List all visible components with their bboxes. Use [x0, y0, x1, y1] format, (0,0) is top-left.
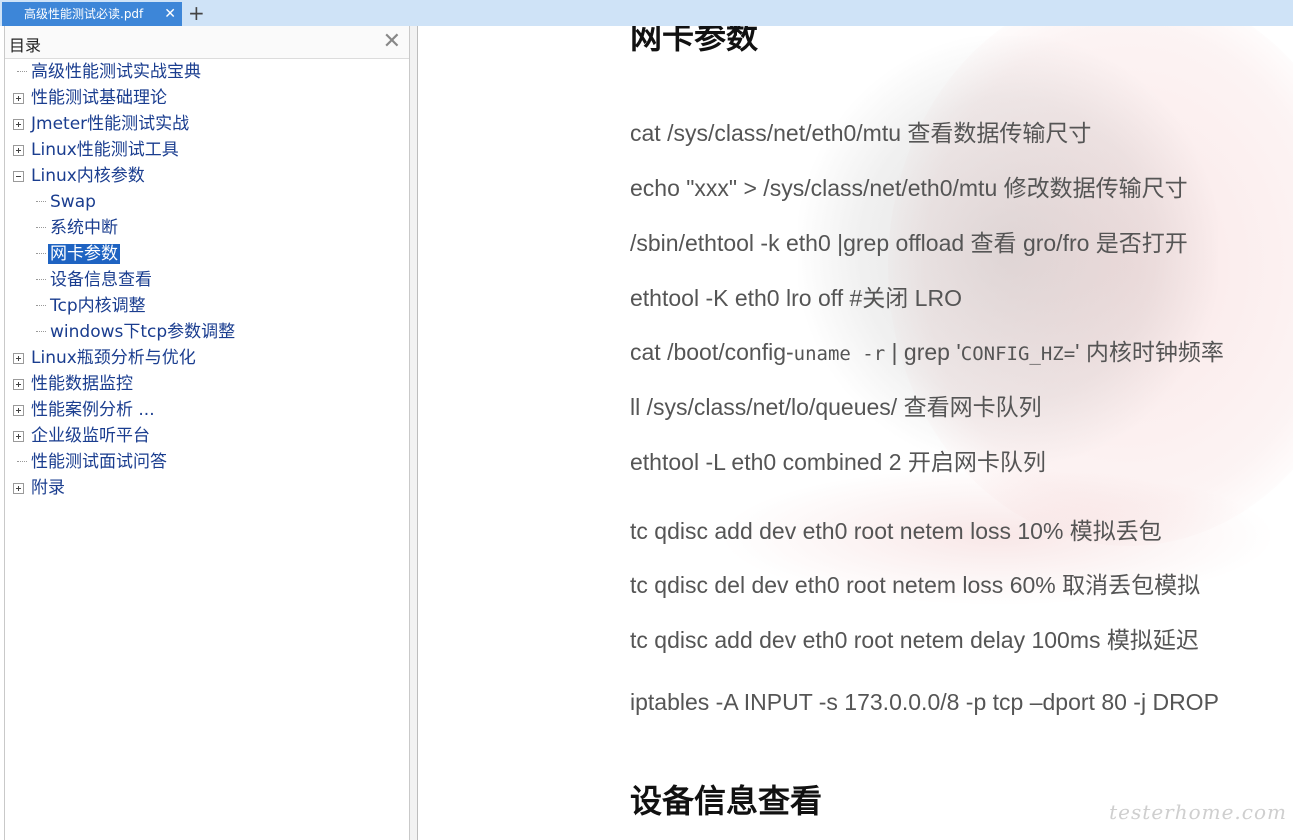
- sidebar-header: 目录 ✕: [5, 26, 409, 59]
- toc-item-12[interactable]: 性能数据监控: [13, 372, 133, 396]
- expand-icon[interactable]: [13, 119, 24, 130]
- doc-line: tc qdisc add dev eth0 root netem loss 10…: [630, 518, 1162, 544]
- tab-bar: 高级性能测试必读.pdf ✕ +: [0, 0, 1293, 26]
- toc-item-14[interactable]: 企业级监听平台: [13, 424, 150, 448]
- toc-item-16[interactable]: 附录: [13, 476, 65, 500]
- expand-icon[interactable]: [13, 405, 24, 416]
- toc-item-label: 性能案例分析 ...: [31, 400, 155, 420]
- expand-icon[interactable]: [13, 431, 24, 442]
- expand-icon[interactable]: [13, 353, 24, 364]
- toc-item-0[interactable]: 高级性能测试实战宝典: [17, 60, 201, 84]
- tree-connector: [36, 201, 46, 202]
- tree-connector: [17, 461, 27, 462]
- tree-connector: [36, 227, 46, 228]
- code-span: uname -r: [793, 343, 886, 365]
- toc-item-13[interactable]: 性能案例分析 ...: [13, 398, 155, 422]
- document-page[interactable]: 网卡参数 cat /sys/class/net/eth0/mtu 查看数据传输尺…: [418, 26, 1293, 840]
- toc-item-label: 性能数据监控: [31, 374, 133, 394]
- toc-item-label: Linux内核参数: [31, 166, 145, 186]
- toc-item-8[interactable]: 设备信息查看: [36, 268, 152, 292]
- toc-sidebar: 目录 ✕ 高级性能测试实战宝典 性能测试基础理论 Jmeter性能测试实战 Li…: [4, 26, 410, 840]
- toc-item-label: Jmeter性能测试实战: [31, 114, 190, 134]
- sidebar-close-icon[interactable]: ✕: [383, 29, 401, 54]
- doc-line: ethtool -K eth0 lro off #关闭 LRO: [630, 285, 962, 311]
- toc-item-label: 系统中断: [50, 218, 118, 238]
- toc-item-label: 企业级监听平台: [31, 426, 150, 446]
- document-tab[interactable]: 高级性能测试必读.pdf ✕: [2, 2, 182, 26]
- toc-item-15[interactable]: 性能测试面试问答: [17, 450, 167, 474]
- toc-item-label: 性能测试面试问答: [31, 452, 167, 472]
- code-span: CONFIG_HZ=: [960, 343, 1076, 365]
- toc-item-label: windows下tcp参数调整: [50, 322, 236, 342]
- toc-item-4[interactable]: Linux内核参数: [13, 164, 145, 188]
- tree-connector: [36, 253, 46, 254]
- text-span: cat /boot/config-: [630, 339, 794, 365]
- doc-line: iptables -A INPUT -s 173.0.0.0/8 -p tcp …: [630, 689, 1219, 715]
- toc-item-10[interactable]: windows下tcp参数调整: [36, 320, 236, 344]
- toc-item-label: Tcp内核调整: [50, 296, 146, 316]
- toc-item-1[interactable]: 性能测试基础理论: [13, 86, 167, 110]
- toc-item-label: Linux性能测试工具: [31, 140, 179, 160]
- toc-item-label: Swap: [50, 192, 96, 212]
- doc-line-config: cat /boot/config-uname -r | grep 'CONFIG…: [630, 333, 1224, 367]
- doc-line: /sbin/ethtool -k eth0 |grep offload 查看 g…: [630, 230, 1188, 256]
- toc-item-6[interactable]: 系统中断: [36, 216, 118, 240]
- expand-icon[interactable]: [13, 145, 24, 156]
- expand-icon[interactable]: [13, 379, 24, 390]
- doc-line: tc qdisc del dev eth0 root netem loss 60…: [630, 572, 1201, 598]
- text-span: | grep ': [885, 339, 961, 365]
- doc-line: ll /sys/class/net/lo/queues/ 查看网卡队列: [630, 394, 1042, 420]
- toc-item-label: 网卡参数: [48, 244, 120, 264]
- section-heading: 设备信息查看: [630, 782, 823, 820]
- expand-icon[interactable]: [13, 93, 24, 104]
- toc-item-3[interactable]: Linux性能测试工具: [13, 138, 179, 162]
- toc-item-5[interactable]: Swap: [36, 190, 96, 214]
- sidebar-title: 目录: [9, 36, 42, 55]
- collapse-icon[interactable]: [13, 171, 24, 182]
- toc-item-label: 性能测试基础理论: [31, 88, 167, 108]
- pane-splitter[interactable]: [410, 26, 418, 840]
- tree-connector: [17, 71, 27, 72]
- toc-item-11[interactable]: Linux瓶颈分析与优化: [13, 346, 196, 370]
- watermark-text: testerhome.com: [1109, 800, 1287, 824]
- new-tab-icon[interactable]: +: [188, 1, 205, 25]
- doc-line: cat /sys/class/net/eth0/mtu 查看数据传输尺寸: [630, 120, 1092, 146]
- tree-connector: [36, 305, 46, 306]
- section-heading: 网卡参数: [630, 26, 759, 56]
- tab-close-icon[interactable]: ✕: [164, 2, 176, 26]
- toc-item-2[interactable]: Jmeter性能测试实战: [13, 112, 190, 136]
- doc-line: tc qdisc add dev eth0 root netem delay 1…: [630, 627, 1199, 653]
- toc-item-9[interactable]: Tcp内核调整: [36, 294, 146, 318]
- doc-line: echo "xxx" > /sys/class/net/eth0/mtu 修改数…: [630, 175, 1188, 201]
- text-span: ' 内核时钟频率: [1075, 339, 1224, 365]
- doc-line: ethtool -L eth0 combined 2 开启网卡队列: [630, 449, 1046, 475]
- toc-item-label: 附录: [31, 478, 65, 498]
- tree-connector: [36, 331, 46, 332]
- toc-item-7[interactable]: 网卡参数: [36, 242, 120, 266]
- toc-item-label: 设备信息查看: [50, 270, 152, 290]
- toc-item-label: Linux瓶颈分析与优化: [31, 348, 196, 368]
- tree-connector: [36, 279, 46, 280]
- expand-icon[interactable]: [13, 483, 24, 494]
- tab-title: 高级性能测试必读.pdf: [24, 7, 144, 21]
- toc-item-label: 高级性能测试实战宝典: [31, 62, 201, 82]
